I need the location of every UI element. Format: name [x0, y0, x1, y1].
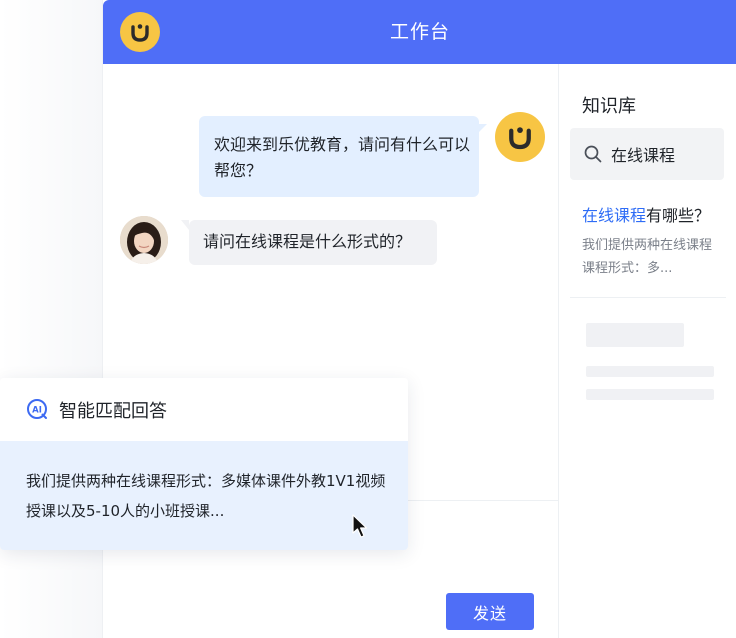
smart-match-card: AI 智能匹配回答 我们提供两种在线课程形式：多媒体课件外教1V1视频授课以及5…	[0, 378, 408, 550]
ai-icon: AI	[26, 398, 48, 424]
user-message-bubble: 请问在线课程是什么形式的？	[181, 220, 437, 265]
skeleton-placeholder	[586, 389, 714, 400]
result-title-highlight: 在线课程	[582, 206, 647, 225]
bubble-tail	[479, 124, 487, 132]
knowledge-search-input[interactable]: 在线课程	[570, 128, 724, 180]
bot-message-bubble: 欢迎来到乐优教育，请问有什么可以帮您？	[199, 116, 487, 197]
knowledge-base-panel: 知识库 在线课程 在线课程有哪些？ 我们提供两种在线课程课程形式：多...	[559, 64, 736, 638]
search-icon	[584, 145, 602, 167]
chat-panel: 欢迎来到乐优教育，请问有什么可以帮您？ 请问在线课程是什么形式的？ 发送	[103, 64, 558, 638]
smart-match-answer-box[interactable]: 我们提供两种在线课程形式：多媒体课件外教1V1视频授课以及5-10人的小班授课.…	[0, 441, 408, 550]
svg-text:AI: AI	[32, 406, 42, 416]
user-message-text: 请问在线课程是什么形式的？	[203, 232, 412, 251]
bubble-tail	[181, 220, 189, 230]
mouse-cursor-icon	[352, 514, 370, 544]
knowledge-base-title: 知识库	[582, 96, 636, 117]
skeleton-placeholder	[586, 366, 714, 377]
user-avatar	[120, 216, 168, 264]
smart-match-header: AI 智能匹配回答	[0, 378, 408, 441]
bot-message-text: 欢迎来到乐优教育，请问有什么可以帮您？	[214, 135, 471, 180]
header-bar: 工作台	[103, 0, 736, 64]
smart-match-title: 智能匹配回答	[59, 401, 167, 422]
knowledge-result-title[interactable]: 在线课程有哪些？	[582, 202, 710, 226]
page-title: 工作台	[389, 21, 450, 43]
result-separator	[570, 297, 726, 298]
knowledge-search-value: 在线课程	[611, 146, 676, 165]
knowledge-result-snippet: 我们提供两种在线课程课程形式：多...	[582, 238, 713, 276]
skeleton-placeholder	[586, 323, 684, 347]
bot-avatar-icon	[495, 112, 545, 162]
smart-match-answer: 我们提供两种在线课程形式：多媒体课件外教1V1视频授课以及5-10人的小班授课.…	[26, 472, 386, 520]
send-button[interactable]: 发送	[446, 593, 534, 630]
result-title-rest: 有哪些？	[646, 206, 711, 225]
